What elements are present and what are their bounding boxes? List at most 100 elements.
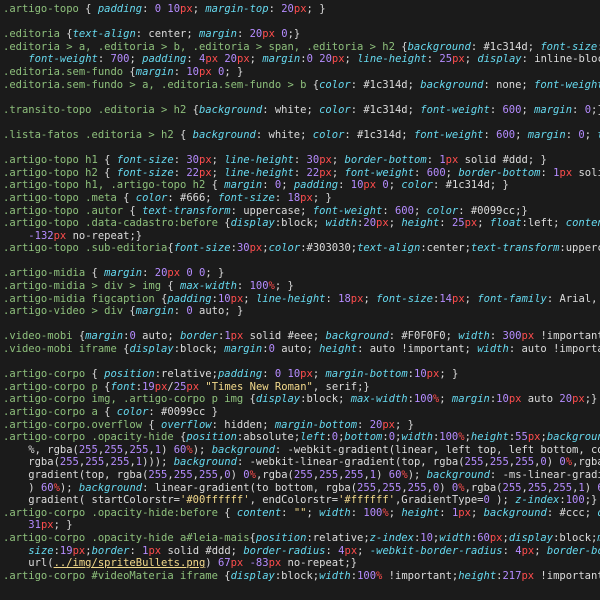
code-line[interactable]: .artigo-corpo .opacity-hide:before { con… xyxy=(0,507,600,520)
code-token: : #1c314d; xyxy=(470,40,541,53)
code-token: px xyxy=(53,229,67,242)
code-token: : xyxy=(281,506,294,519)
code-line[interactable] xyxy=(0,16,600,29)
code-token: px xyxy=(199,154,212,167)
code-token: { xyxy=(123,204,143,217)
code-line[interactable]: font-weight: 700; padding: 4px 20px; mar… xyxy=(0,53,600,66)
code-token: 100 xyxy=(439,431,459,444)
code-line[interactable]: .editoria.sem-fundo {margin: 10px 0; } xyxy=(0,66,600,79)
code-line[interactable]: .artigo-corpo #videoMateria iframe {disp… xyxy=(0,570,600,583)
code-token: 10 xyxy=(186,65,200,78)
code-token: px xyxy=(572,393,585,406)
code-token: px xyxy=(180,3,193,15)
code-token: : xyxy=(439,217,452,230)
code-token: margin xyxy=(262,53,301,66)
code-line[interactable]: .artigo-corpo img, .artigo-corpo p img {… xyxy=(0,393,600,406)
code-token: : xyxy=(325,544,339,557)
code-line[interactable]: gradient( startColorstr='#00ffffff', end… xyxy=(0,494,600,507)
code-line[interactable]: .artigo-topo h1, .artigo-topo h2 { margi… xyxy=(0,179,600,192)
code-line[interactable]: .artigo-topo .autor { text-transform: up… xyxy=(0,205,600,218)
code-token: px xyxy=(230,557,244,570)
code-token: ; } xyxy=(224,65,244,78)
code-line[interactable]: gradient(top, rgba(255,255,255,0) 0%,rgb… xyxy=(0,469,600,482)
code-line[interactable] xyxy=(0,91,600,104)
code-token: ); xyxy=(192,443,212,456)
code-token: px xyxy=(489,531,503,544)
code-line[interactable]: .artigo-topo .sub-editoria{font-size:30p… xyxy=(0,242,600,255)
code-token: 100 xyxy=(357,569,377,582)
code-line[interactable]: .lista-fatos .editoria > h2 { background… xyxy=(0,129,600,142)
code-token: 300 xyxy=(502,330,522,343)
code-line[interactable]: .artigo-corpo.overflow { overflow: hidde… xyxy=(0,419,600,432)
code-token: ) xyxy=(3,481,41,494)
code-line[interactable]: .video-mobi {margin:0 auto; border:1px s… xyxy=(0,330,600,343)
code-token: gradient( startColorstr= xyxy=(3,494,181,507)
code-token: 255 xyxy=(59,456,79,469)
code-token: { xyxy=(85,267,105,280)
code-token: -83 xyxy=(249,557,269,570)
code-token: 19 xyxy=(59,544,73,557)
code-line[interactable]: .artigo-corpo .opacity-hide {position:ab… xyxy=(0,431,600,444)
code-token: display xyxy=(477,53,522,66)
code-line[interactable]: .editoria.sem-fundo > a, .editoria.sem-f… xyxy=(0,79,600,92)
code-token: 255 xyxy=(357,481,377,494)
code-token: margin xyxy=(199,28,237,41)
code-line[interactable]: ) 60%); background: linear-gradient(to b… xyxy=(0,482,600,495)
code-line[interactable] xyxy=(0,356,600,369)
code-line[interactable] xyxy=(0,255,600,268)
code-line[interactable]: 31px; } xyxy=(0,519,600,532)
code-line[interactable]: .transito-topo .editoria > h2 {backgroun… xyxy=(0,104,600,117)
code-token: text-align xyxy=(72,28,136,41)
code-token: 10 xyxy=(420,531,433,544)
code-line[interactable]: -132px no-repeat;} xyxy=(0,230,600,243)
code-token: border xyxy=(180,330,218,343)
code-line[interactable]: %, rgba(255,255,255,1) 60%); background:… xyxy=(0,444,600,457)
code-line[interactable]: .artigo-topo h1 { font-size: 30px; line-… xyxy=(0,154,600,167)
code-line[interactable]: url(../img/spriteBullets.png) 67px -83px… xyxy=(0,557,600,570)
code-token: { xyxy=(97,380,111,393)
code-line[interactable] xyxy=(0,116,600,129)
code-token: : xyxy=(173,166,187,179)
code-token: .artigo-midia figcaption xyxy=(3,292,155,305)
code-line[interactable]: .editoria {text-align: center; margin: 2… xyxy=(0,28,600,41)
code-line[interactable]: .artigo-topo .data-cadastro:before {disp… xyxy=(0,217,600,230)
code-line[interactable]: .artigo-corpo a { color: #0099cc } xyxy=(0,406,600,419)
code-token: auto; } xyxy=(192,305,244,318)
code-token: max-width xyxy=(180,280,237,293)
code-token: 255 xyxy=(527,481,547,494)
code-token: px xyxy=(445,154,459,167)
code-token: text-transform xyxy=(470,242,560,255)
code-token: { xyxy=(394,40,408,53)
code-token: .artigo-midia xyxy=(3,267,86,280)
code-line[interactable]: .artigo-corpo .opacity-hide a#leia-mais{… xyxy=(0,532,600,545)
code-line[interactable]: .artigo-topo { padding: 0 10px; margin-t… xyxy=(0,3,600,16)
code-token: ; xyxy=(464,292,478,305)
code-line[interactable]: .artigo-midia > div > img { max-width: 1… xyxy=(0,280,600,293)
code-token: px xyxy=(521,330,535,343)
code-token: px xyxy=(72,544,86,557)
code-line[interactable]: .artigo-midia { margin: 20px 0 0; } xyxy=(0,267,600,280)
code-token: ; xyxy=(413,204,427,217)
code-line[interactable]: .artigo-corpo p {font:19px/25px "Times N… xyxy=(0,381,600,394)
code-token: px xyxy=(426,368,440,381)
code-token: : #1c314d; xyxy=(350,78,421,91)
code-token: max-width xyxy=(350,393,408,406)
code-line[interactable]: .editoria > a, .editoria > b, .editoria … xyxy=(0,41,600,54)
code-line[interactable]: size:19px;border: 1px solid #ddd; border… xyxy=(0,545,600,558)
code-line[interactable]: .video-mobi iframe {display:block; margi… xyxy=(0,343,600,356)
code-token: auto; xyxy=(274,343,320,356)
code-editor[interactable]: .artigo-topo { padding: 0 10px; margin-t… xyxy=(0,0,600,600)
code-token: .artigo-corpo img, .artigo-corpo p img xyxy=(3,393,244,406)
code-line[interactable] xyxy=(0,318,600,331)
code-line[interactable]: .artigo-topo .meta { color: #666; font-s… xyxy=(0,192,600,205)
code-line[interactable]: .artigo-corpo { position:relative;paddin… xyxy=(0,368,600,381)
code-line[interactable]: .artigo-video > div {margin: 0 auto; } xyxy=(0,305,600,318)
code-line[interactable]: .artigo-topo h2 { font-size: 22px; line-… xyxy=(0,167,600,180)
code-token: margin xyxy=(224,343,263,356)
code-line[interactable] xyxy=(0,142,600,155)
code-line[interactable]: .artigo-midia figcaption {padding:10px; … xyxy=(0,293,600,306)
code-token: z-index xyxy=(515,494,560,507)
code-token: 60 xyxy=(40,481,54,494)
code-line[interactable]: rgba(255,255,255,1))); background: -webk… xyxy=(0,456,600,469)
